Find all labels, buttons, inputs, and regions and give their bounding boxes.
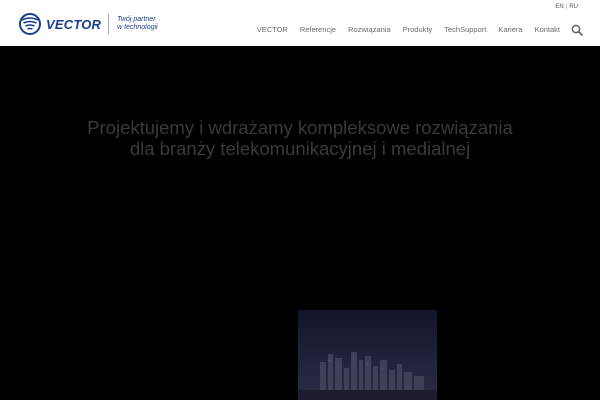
nav-item-referencje[interactable]: Referencje xyxy=(300,25,336,34)
city-skyline-image xyxy=(298,310,437,400)
nav-item-rozwiazania[interactable]: Rozwiązania xyxy=(348,25,391,34)
nav-item-techsupport[interactable]: TechSupport xyxy=(444,25,486,34)
tagline-line-2: w technologii xyxy=(117,24,158,31)
vector-logo-icon xyxy=(19,13,41,35)
nav-item-kariera[interactable]: Kariera xyxy=(498,25,522,34)
vector-logo[interactable]: VECTOR Twój partner w technologii xyxy=(16,12,158,36)
hero-title-line-2: dla branży telekomunikacyjnej i medialne… xyxy=(129,138,471,159)
search-icon[interactable] xyxy=(571,24,583,36)
hero-banner: Projektujemy i wdrażamy kompleksowe rozw… xyxy=(0,46,600,400)
tagline-line-1: Twój partner xyxy=(117,16,156,23)
brand-name: VECTOR xyxy=(46,16,102,32)
lang-en-link[interactable]: EN xyxy=(555,4,563,10)
nav-item-kontakt[interactable]: Kontakt xyxy=(535,25,560,34)
nav-item-produkty[interactable]: Produkty xyxy=(403,25,433,34)
brand-tagline: Twój partner w technologii xyxy=(117,16,157,32)
hero-title-line-1: Projektujemy i wdrażamy kompleksowe rozw… xyxy=(87,117,513,138)
lang-ru-link[interactable]: RU xyxy=(569,4,578,10)
logo-divider xyxy=(108,14,110,34)
language-switcher: EN | RU xyxy=(555,4,578,10)
nav-item-vector[interactable]: VECTOR xyxy=(257,25,288,34)
city-skyline-illustration xyxy=(298,310,437,400)
main-nav: VECTOR Referencje Rozwiązania Produkty T… xyxy=(245,25,560,34)
site-header: VECTOR Twój partner w technologii EN | RU … xyxy=(0,0,600,46)
hero-title: Projektujemy i wdrażamy kompleksowe rozw… xyxy=(0,117,600,159)
lang-separator: | xyxy=(565,4,568,10)
